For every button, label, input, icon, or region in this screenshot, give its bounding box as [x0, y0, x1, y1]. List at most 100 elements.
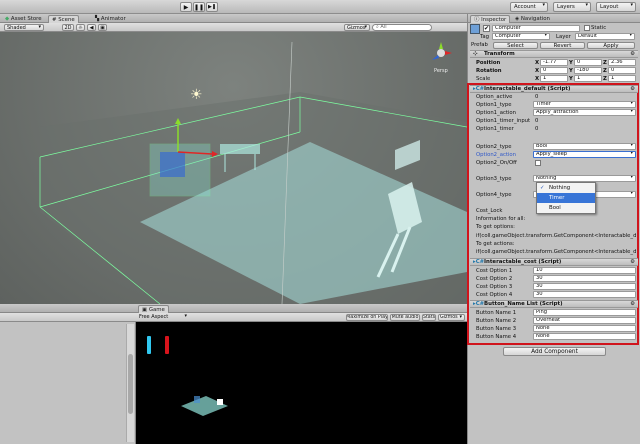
interactable-cost-header[interactable]: ▸C# Interactable_cost (Script) ⚙: [470, 258, 638, 266]
step-icon: ▶❚: [207, 4, 217, 10]
image-icon: ▣: [100, 24, 105, 31]
info-line: To get actions:: [476, 241, 515, 247]
add-component-button[interactable]: Add Component: [503, 347, 606, 356]
tab-inspector[interactable]: ⓘ Inspector: [470, 15, 511, 23]
axis-gizmo-icon: [432, 42, 452, 60]
layers-dropdown[interactable]: Layers: [553, 2, 591, 12]
account-dropdown[interactable]: Account: [510, 2, 548, 12]
orientation-gizmo[interactable]: [430, 42, 452, 64]
cost-option-field[interactable]: 30: [533, 283, 636, 290]
audio-toggle[interactable]: ◀: [87, 24, 96, 31]
position-label: Position: [476, 60, 501, 66]
interactable-row-label: Option3_type: [476, 176, 512, 182]
interactable-row-dropdown[interactable]: Timer: [533, 101, 636, 108]
rotation-x-field[interactable]: 0: [540, 67, 568, 74]
2d-toggle[interactable]: 2D: [62, 24, 74, 31]
stats-toggle[interactable]: Stats: [422, 314, 436, 321]
script-icon: ▸C#: [473, 259, 485, 265]
tab-animator[interactable]: ▚ Animator: [92, 15, 129, 23]
interactable-row-label: Option2_type: [476, 144, 512, 150]
game-gizmos-label: Gizmos: [440, 315, 458, 320]
tab-navigation-label: Navigation: [520, 16, 550, 22]
tab-navigation[interactable]: ◈ Navigation: [512, 15, 553, 23]
cost-option-field[interactable]: 10: [533, 267, 636, 274]
prefab-revert-button[interactable]: Revert: [540, 42, 585, 49]
pause-button[interactable]: ❚❚: [193, 2, 205, 12]
prefab-select-button[interactable]: Select: [493, 42, 538, 49]
maximize-on-play-toggle[interactable]: Maximize on Play: [346, 314, 388, 321]
interactable-row-label: Option2_action: [476, 152, 517, 158]
interactable-row-dropdown[interactable]: Bool: [533, 143, 636, 150]
scale-x-field[interactable]: 1: [540, 75, 568, 82]
tag-dropdown[interactable]: Computer: [492, 33, 550, 40]
game-gizmos-dropdown[interactable]: Gizmos: [438, 314, 465, 321]
object-name-field[interactable]: Computer: [492, 25, 580, 32]
lighting-toggle[interactable]: ☼: [76, 24, 85, 31]
tab-asset-store[interactable]: ◆ Asset Store: [2, 15, 45, 23]
interactable-row-value[interactable]: 0: [535, 126, 538, 132]
interactable-row-label: Option1_action: [476, 110, 517, 116]
rotation-z-field[interactable]: 0: [608, 67, 636, 74]
transform-header[interactable]: ⊹ Transform ⚙: [470, 50, 638, 58]
tab-scene[interactable]: # Scene: [48, 15, 79, 23]
gizmos-dropdown[interactable]: Gizmos: [344, 24, 370, 31]
shading-dropdown[interactable]: Shaded: [4, 24, 44, 31]
game-view[interactable]: [136, 322, 467, 444]
tab-asset-store-label: Asset Store: [10, 16, 42, 22]
button-name-field[interactable]: None: [533, 325, 636, 332]
tab-game[interactable]: ▣ Game: [138, 305, 169, 313]
cost-option-field[interactable]: 30: [533, 291, 636, 298]
cube-icon: [470, 24, 480, 34]
cost-option-field[interactable]: 30: [533, 275, 636, 282]
scrollbar-thumb[interactable]: [128, 354, 133, 414]
project-tabbar: [0, 304, 136, 313]
add-component-label: Add Component: [531, 348, 578, 355]
button-name-field[interactable]: Ping: [533, 309, 636, 316]
layers-label: Layers: [557, 4, 575, 10]
step-button[interactable]: ▶❚: [206, 2, 218, 12]
play-button[interactable]: ▶: [180, 2, 192, 12]
position-x-field[interactable]: -1.77: [540, 59, 568, 66]
dropdown-option-label: Nothing: [549, 185, 571, 191]
layer-dropdown[interactable]: Default: [575, 33, 635, 40]
gizmos-label: Gizmos: [347, 24, 366, 31]
interactable-row-dropdown[interactable]: Apply_attraction: [533, 109, 636, 116]
button-name-label: Button Name 2: [476, 318, 517, 324]
interactable-default-header[interactable]: ▸C# Interactable_default (Script) ⚙: [470, 85, 638, 93]
scene-view[interactable]: ☀ Persp: [0, 32, 467, 304]
option2-onoff-checkbox[interactable]: [535, 160, 541, 166]
option-type-dropdown-menu[interactable]: ✓ Nothing Timer Bool: [536, 182, 596, 214]
gear-icon[interactable]: ⚙: [630, 259, 635, 265]
layout-dropdown[interactable]: Layout: [596, 2, 636, 12]
mute-audio-toggle[interactable]: Mute audio: [390, 314, 420, 321]
button-name-list-header[interactable]: ▸C# Button_Name List (Script) ⚙: [470, 300, 638, 308]
scale-z-field[interactable]: 1: [608, 75, 636, 82]
gear-icon[interactable]: ⚙: [630, 51, 635, 57]
dropdown-option-nothing[interactable]: ✓ Nothing: [537, 183, 595, 193]
position-y-field[interactable]: 0: [574, 59, 602, 66]
dropdown-option-bool[interactable]: Bool: [537, 203, 595, 213]
button-name-field[interactable]: Overheat: [533, 317, 636, 324]
interactable-row-value[interactable]: 0: [535, 94, 538, 100]
scale-y-field[interactable]: 1: [574, 75, 602, 82]
scene-search-input[interactable]: ⌕ All: [372, 24, 432, 31]
aspect-dropdown[interactable]: Free Aspect: [139, 313, 189, 321]
static-checkbox[interactable]: [584, 25, 590, 31]
dropdown-option-timer[interactable]: Timer: [537, 193, 595, 203]
gear-icon[interactable]: ⚙: [630, 86, 635, 92]
light-icon[interactable]: ☀: [190, 87, 203, 103]
interactable-row-dropdown[interactable]: Nothing: [533, 175, 636, 182]
scale-y-axis-label: Y: [569, 76, 573, 82]
interactable-row-value[interactable]: 0: [535, 118, 538, 124]
gear-icon[interactable]: ⚙: [630, 301, 635, 307]
dropdown-option-label: Timer: [549, 195, 565, 201]
project-scrollbar[interactable]: [126, 324, 134, 442]
position-z-field[interactable]: 2.36: [608, 59, 636, 66]
effects-toggle[interactable]: ▣: [98, 24, 107, 31]
active-checkbox[interactable]: ✔: [483, 25, 490, 32]
interactable-row-dropdown[interactable]: Apply_sleep: [533, 151, 636, 158]
prefab-apply-button[interactable]: Apply: [587, 42, 635, 49]
tag-label: Tag: [480, 34, 489, 40]
rotation-y-field[interactable]: -180: [574, 67, 602, 74]
button-name-field[interactable]: None: [533, 333, 636, 340]
